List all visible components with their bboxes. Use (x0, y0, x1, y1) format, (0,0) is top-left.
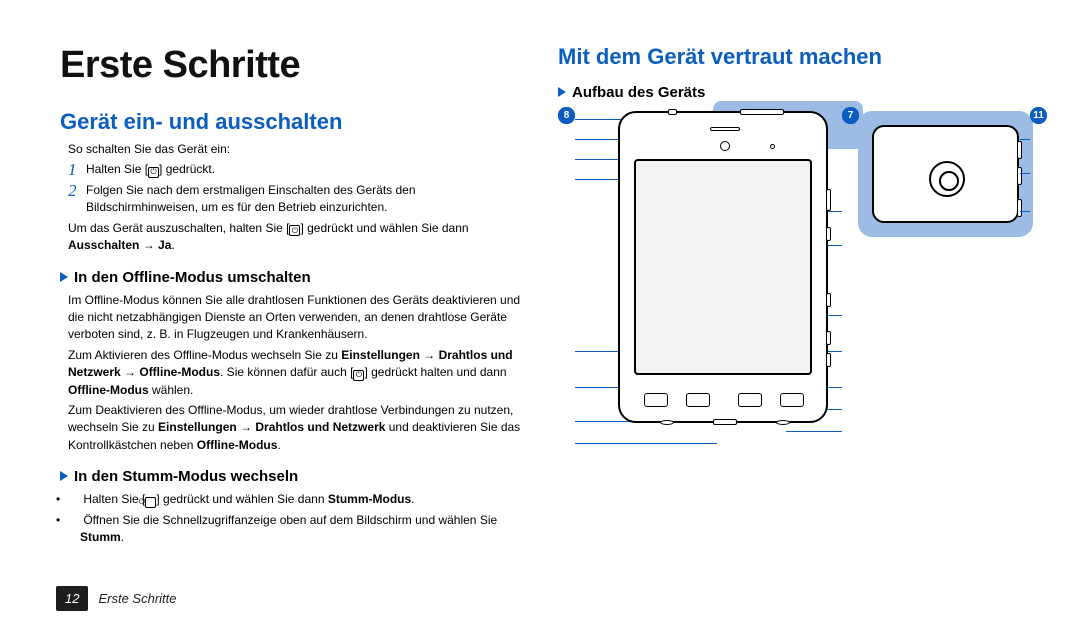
mute-bullet-1: Halten Sie [⏻] gedrückt und wählen Sie d… (68, 491, 522, 508)
mute-list: Halten Sie [⏻] gedrückt und wählen Sie d… (68, 491, 522, 546)
touchkey-4 (780, 393, 804, 407)
footer-section: Erste Schritte (98, 591, 176, 606)
touchkey-1 (644, 393, 668, 407)
callout-7r: 7 (842, 107, 859, 124)
side-btn-4 (826, 331, 831, 345)
device-screen (634, 159, 812, 375)
heading-device: Mit dem Gerät vertraut machen (558, 44, 1020, 70)
headphone-jack (668, 109, 677, 115)
zoom-panel (858, 111, 1033, 237)
offline-p1: Im Offline-Modus können Sie alle drahtlo… (68, 292, 522, 344)
side-btn-2 (826, 227, 831, 241)
power-intro: So schalten Sie das Gerät ein: (68, 141, 522, 158)
step-1: 1 Halten Sie [⏻] gedrückt. (68, 161, 522, 180)
page-title: Erste Schritte (60, 44, 522, 87)
power-icon: ⏻ (148, 167, 159, 178)
offline-p2: Zum Aktivieren des Offline-Modus wechsel… (68, 347, 522, 399)
side-btn-1 (826, 189, 831, 211)
sim-slot (740, 109, 784, 115)
offline-p3: Zum Deaktivieren des Offline-Modus, um w… (68, 402, 522, 454)
step-2: 2 Folgen Sie nach dem erstmaligen Einsch… (68, 182, 522, 217)
device-diagram: 1 2 3 4 5 6 7 8 12 13 14 15 16 17 7 (558, 107, 1048, 467)
bottom-speaker-left (660, 420, 674, 425)
zoom-device-back (872, 125, 1019, 223)
zoom-side-button-3 (1017, 199, 1022, 217)
page-number: 12 (56, 586, 88, 611)
heading-power: Gerät ein- und ausschalten (60, 109, 522, 135)
right-column: Mit dem Gerät vertraut machen Aufbau des… (558, 44, 1020, 549)
callout-8: 8 (558, 107, 575, 124)
sensor-dot (770, 144, 775, 149)
heading-layout: Aufbau des Geräts (558, 84, 1020, 101)
device-front (618, 111, 828, 423)
rear-camera-icon (929, 161, 965, 197)
power-icon: ⏻ (145, 497, 156, 508)
touchkey-2 (686, 393, 710, 407)
earpiece (710, 127, 740, 131)
power-icon: ⏻ (353, 370, 364, 381)
zoom-side-button-2 (1017, 167, 1022, 185)
mute-bullet-2: Öffnen Sie die Schnellzugriffanzeige obe… (68, 512, 522, 547)
side-btn-5 (826, 353, 831, 367)
poweroff-text: Um das Gerät auszuschalten, halten Sie [… (68, 220, 522, 255)
power-icon: ⏻ (289, 225, 300, 236)
bottom-port (713, 419, 737, 425)
side-btn-3 (826, 293, 831, 307)
heading-offline: In den Offline-Modus umschalten (60, 269, 522, 286)
callout-11: 11 (1030, 107, 1047, 124)
front-camera (720, 141, 730, 151)
left-column: Erste Schritte Gerät ein- und ausschalte… (60, 44, 522, 549)
page-footer: 12 Erste Schritte (56, 586, 177, 611)
bottom-speaker-right (776, 420, 790, 425)
touchkey-3 (738, 393, 762, 407)
heading-mute: In den Stumm-Modus wechseln (60, 468, 522, 485)
zoom-side-button-1 (1017, 141, 1022, 159)
